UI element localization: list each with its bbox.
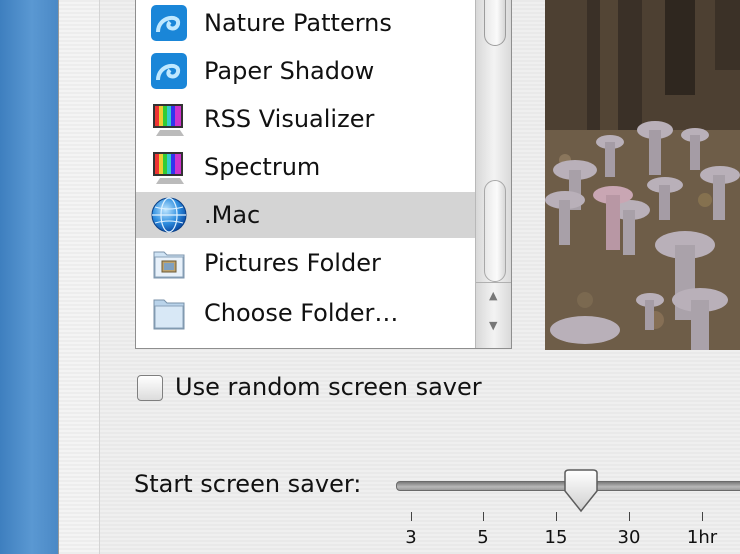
scroll-up-icon[interactable]: ▲ (489, 289, 497, 302)
slider-tick (702, 512, 703, 521)
list-item-label: .Mac (204, 201, 261, 229)
desktop-background-strip (0, 0, 58, 554)
list-scrollbar[interactable]: ▲ ▼ (475, 0, 511, 348)
slider-tick (556, 512, 557, 521)
globe-icon (151, 197, 187, 233)
slider-tick-label: 3 (405, 527, 417, 548)
scrollbar-thumb-top[interactable] (484, 0, 506, 46)
slider-tick (629, 512, 630, 521)
list-item-selected[interactable]: .Mac (136, 192, 476, 238)
scroll-down-icon[interactable]: ▼ (489, 319, 497, 332)
slider-tick-label: 5 (477, 527, 489, 548)
list-item[interactable]: Pictures Folder (136, 240, 476, 286)
list-item-label: RSS Visualizer (204, 105, 375, 133)
scrollbar-thumb[interactable] (484, 180, 506, 282)
list-item[interactable]: Paper Shadow (136, 48, 476, 94)
slider-tick-label: 1hr (686, 527, 718, 548)
color-bars-icon (153, 152, 184, 184)
random-screen-saver-label: Use random screen saver (175, 373, 482, 401)
list-item[interactable]: Spectrum (136, 144, 476, 190)
slider-tick-label: 30 (617, 527, 641, 548)
mushroom-photo-preview (545, 0, 740, 350)
list-item-label: Pictures Folder (204, 249, 381, 277)
list-item[interactable]: Choose Folder… (136, 290, 476, 336)
swirl-module-icon (151, 5, 187, 41)
screen-saver-list[interactable]: Nature Patterns Paper Shadow RSS Visuali… (135, 0, 512, 349)
slider-tick (483, 512, 484, 521)
color-bars-icon (153, 104, 184, 136)
pictures-folder-icon (153, 251, 185, 279)
random-screen-saver-checkbox[interactable] (137, 375, 163, 401)
slider-knob[interactable] (561, 469, 601, 513)
folder-icon (153, 299, 185, 330)
list-item[interactable]: RSS Visualizer (136, 96, 476, 142)
list-item-label: Paper Shadow (204, 57, 375, 85)
list-item-label: Spectrum (204, 153, 321, 181)
slider-tick-label: 15 (544, 527, 568, 548)
list-item-label: Choose Folder… (204, 299, 399, 327)
screen-saver-preview (545, 0, 740, 350)
list-item-label: Nature Patterns (204, 9, 392, 37)
list-item[interactable]: Nature Patterns (136, 0, 476, 46)
slider-tick (411, 512, 412, 521)
start-screen-saver-label: Start screen saver: (134, 470, 362, 498)
scroll-arrows: ▲ ▼ (476, 282, 511, 348)
swirl-module-icon (151, 53, 187, 89)
